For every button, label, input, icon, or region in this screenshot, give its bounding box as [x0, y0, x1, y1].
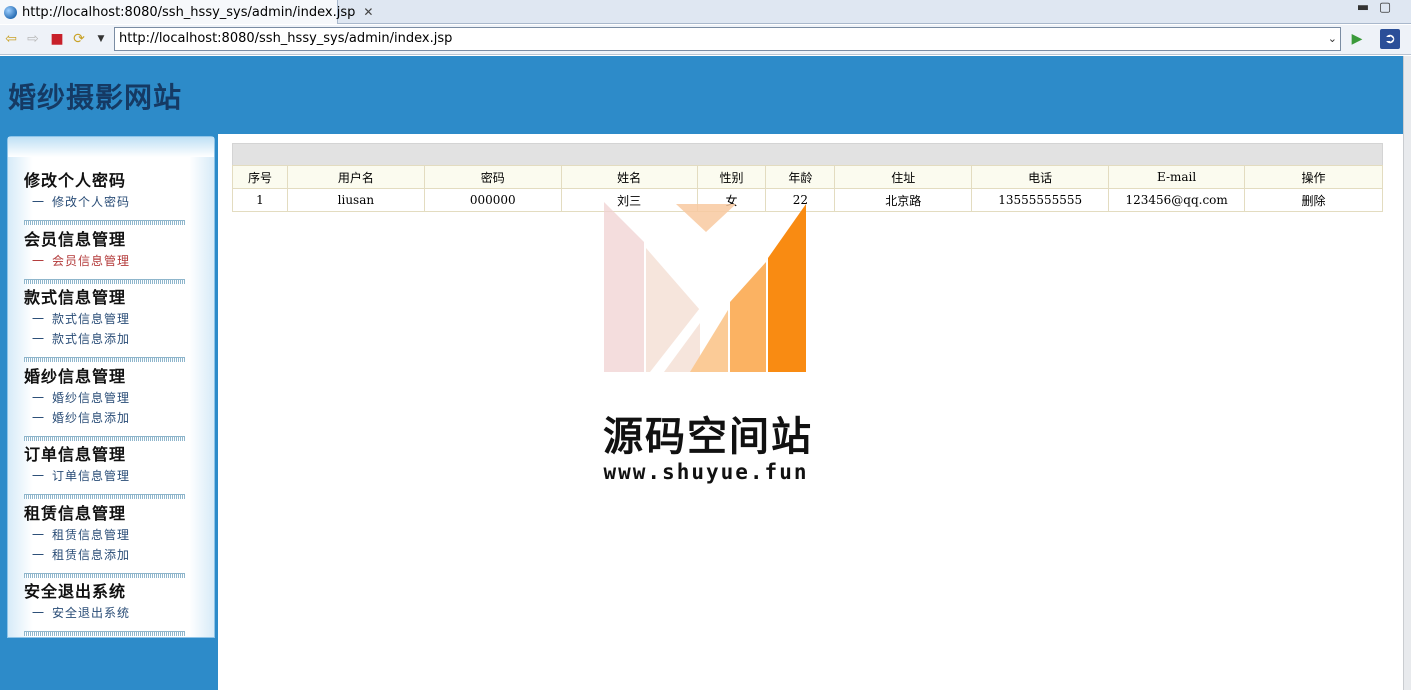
menu-group: 会员信息管理一会员信息管理 — [24, 229, 130, 271]
menu-link-label: 会员信息管理 — [52, 254, 131, 268]
menu-link-label: 款式信息添加 — [52, 332, 131, 346]
maximize-icon[interactable]: ▢ — [1378, 1, 1392, 16]
col-header: 住址 — [834, 165, 973, 189]
col-header: 电话 — [971, 165, 1110, 189]
menu-link-label: 订单信息管理 — [52, 469, 131, 483]
menu-link-dash: 一 — [32, 312, 46, 326]
menu-group: 订单信息管理一订单信息管理 — [24, 444, 130, 486]
menu-group: 安全退出系统一安全退出系统 — [24, 581, 130, 623]
cell-email: 123456@qq.com — [1108, 188, 1246, 212]
browser-tab-title: http://localhost:8080/ssh_hssy_sys/admin… — [22, 4, 356, 20]
menu-divider — [24, 494, 185, 499]
col-header: E-mail — [1108, 165, 1246, 189]
menu-link-dash: 一 — [32, 528, 46, 542]
menu-link[interactable]: 一会员信息管理 — [24, 251, 130, 271]
browser-toolbar: ⇦ ⇨ ■ ⟳ ▼ http://localhost:8080/ssh_hssy… — [0, 25, 1411, 55]
menu-group: 修改个人密码一修改个人密码 — [24, 170, 130, 212]
menu-divider — [24, 357, 185, 362]
menu-link-dash: 一 — [32, 391, 46, 405]
menu-divider — [24, 573, 185, 578]
menu-link-label: 安全退出系统 — [52, 606, 131, 620]
address-bar[interactable]: http://localhost:8080/ssh_hssy_sys/admin… — [114, 27, 1341, 51]
menu-link-dash: 一 — [32, 332, 46, 346]
col-header: 序号 — [232, 165, 288, 189]
site-title: 婚纱摄影网站 — [8, 81, 183, 114]
menu-link[interactable]: 一租赁信息管理 — [24, 525, 130, 545]
cell-password: 000000 — [423, 188, 562, 212]
menu-link-label: 款式信息管理 — [52, 312, 131, 326]
minimize-icon[interactable]: ▬ — [1356, 1, 1370, 16]
col-header: 操作 — [1244, 165, 1383, 189]
menu-group-heading[interactable]: 订单信息管理 — [24, 444, 130, 466]
menu-link[interactable]: 一款式信息添加 — [24, 329, 130, 349]
menu-link-dash: 一 — [32, 254, 46, 268]
menu-link-dash: 一 — [32, 548, 46, 562]
menu-link-label: 婚纱信息添加 — [52, 411, 131, 425]
menu-group: 婚纱信息管理一婚纱信息管理一婚纱信息添加 — [24, 366, 130, 428]
menu-group: 款式信息管理一款式信息管理一款式信息添加 — [24, 287, 130, 349]
address-text: http://localhost:8080/ssh_hssy_sys/admin… — [119, 31, 453, 46]
stop-icon[interactable]: ■ — [49, 31, 65, 47]
browser-tab[interactable]: http://localhost:8080/ssh_hssy_sys/admin… — [0, 0, 373, 24]
menu-link-label: 租赁信息添加 — [52, 548, 131, 562]
menu-link-label: 租赁信息管理 — [52, 528, 131, 542]
menu-group-heading[interactable]: 款式信息管理 — [24, 287, 130, 309]
delete-link[interactable]: 删除 — [1244, 188, 1383, 212]
refresh-icon[interactable]: ⟳ — [71, 31, 87, 47]
col-header: 性别 — [696, 165, 767, 189]
watermark-name: 源码空间站 — [603, 414, 813, 460]
menu-divider — [24, 220, 185, 225]
site-header: 婚纱摄影网站 — [0, 56, 1403, 134]
menu-group-heading[interactable]: 会员信息管理 — [24, 229, 130, 251]
menu-link-dash: 一 — [32, 469, 46, 483]
watermark-url: www.shuyue.fun — [603, 460, 809, 484]
menu-top-gradient — [8, 137, 214, 157]
menu-link[interactable]: 一款式信息管理 — [24, 309, 130, 329]
menu-link[interactable]: 一婚纱信息添加 — [24, 408, 130, 428]
menu-group-heading[interactable]: 安全退出系统 — [24, 581, 130, 603]
menu-link[interactable]: 一婚纱信息管理 — [24, 388, 130, 408]
menu-link[interactable]: 一安全退出系统 — [24, 603, 130, 623]
col-header: 姓名 — [560, 165, 698, 189]
globe-icon — [4, 5, 17, 19]
col-header: 年龄 — [765, 165, 836, 189]
cell-index: 1 — [232, 188, 288, 212]
menu-link-dash: 一 — [32, 411, 46, 425]
menu-link-dash: 一 — [32, 195, 46, 209]
menu-divider — [24, 631, 185, 636]
cell-phone: 13555555555 — [971, 188, 1110, 212]
cell-username: liusan — [286, 188, 425, 212]
menu-divider — [24, 279, 185, 284]
menu-link-label: 修改个人密码 — [52, 195, 131, 209]
menu-group-heading[interactable]: 修改个人密码 — [24, 170, 130, 192]
browser-tab-bar: http://localhost:8080/ssh_hssy_sys/admin… — [0, 0, 1411, 24]
forward-icon[interactable]: ⇨ — [25, 31, 41, 47]
history-dropdown-icon[interactable]: ▼ — [93, 31, 109, 47]
table-header-row: 序号 用户名 密码 姓名 性别 年龄 住址 电话 E-mail 操作 — [232, 165, 1383, 189]
table-toolbar — [232, 143, 1383, 166]
menu-divider — [24, 436, 185, 441]
menu-link-dash: 一 — [32, 606, 46, 620]
page-scrollbar[interactable] — [1403, 56, 1411, 690]
menu-group-heading[interactable]: 婚纱信息管理 — [24, 366, 130, 388]
menu-link[interactable]: 一租赁信息添加 — [24, 545, 130, 565]
menu-link[interactable]: 一订单信息管理 — [24, 466, 130, 486]
menu-group: 租赁信息管理一租赁信息管理一租赁信息添加 — [24, 503, 130, 565]
menu-link-label: 婚纱信息管理 — [52, 391, 131, 405]
go-icon[interactable]: ▶ — [1349, 31, 1365, 47]
address-dropdown-icon[interactable]: ⌄ — [1328, 28, 1337, 50]
menu-link[interactable]: 一修改个人密码 — [24, 192, 130, 212]
browser-menu-icon[interactable]: ➲ — [1380, 29, 1400, 49]
col-header: 用户名 — [286, 165, 425, 189]
back-icon[interactable]: ⇦ — [3, 31, 19, 47]
menu-group-heading[interactable]: 租赁信息管理 — [24, 503, 130, 525]
col-header: 密码 — [423, 165, 562, 189]
tab-close-icon[interactable]: ✕ — [363, 5, 373, 19]
cell-address: 北京路 — [834, 188, 973, 212]
